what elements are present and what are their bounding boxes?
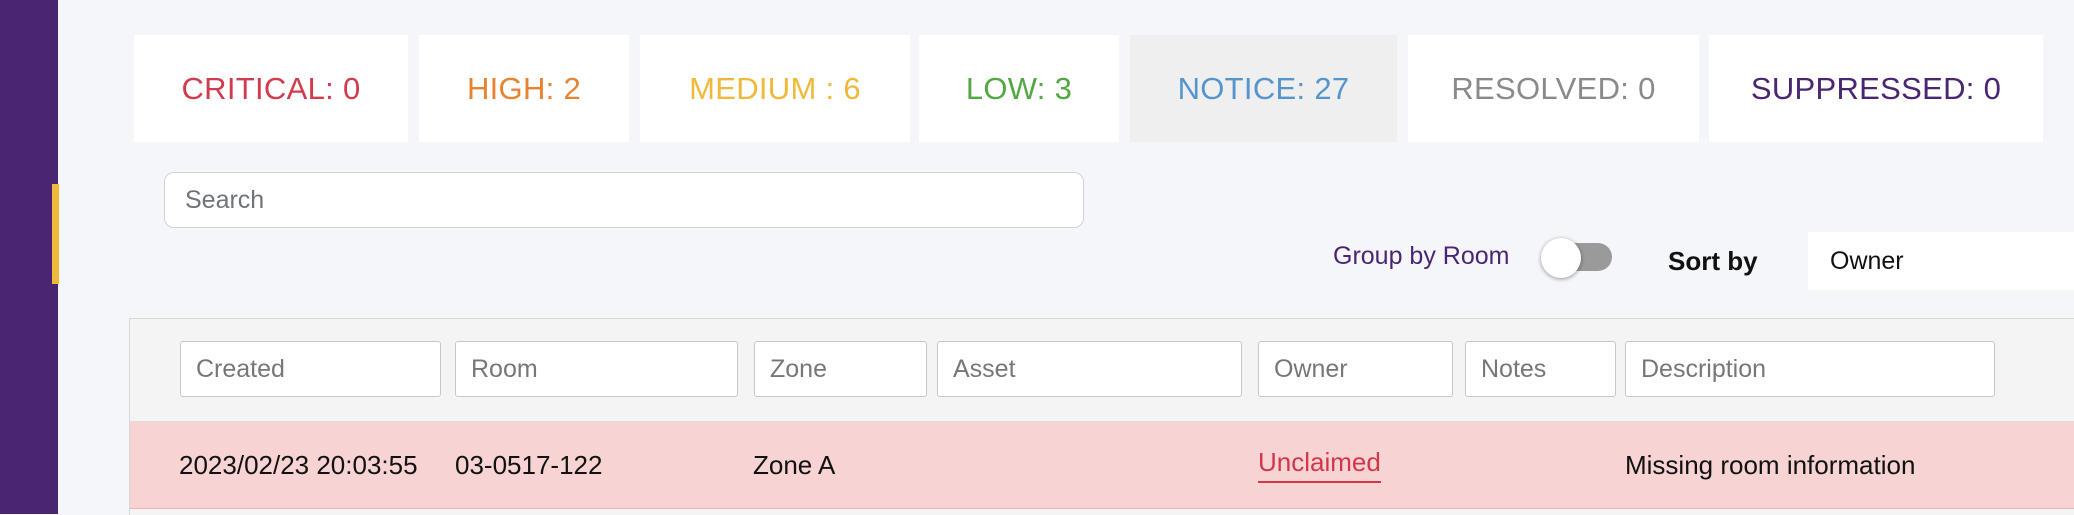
sidebar-active-indicator [52, 184, 59, 284]
filter-created-input[interactable] [180, 341, 441, 397]
column-filter-row [130, 319, 2074, 422]
filter-room-input[interactable] [455, 341, 738, 397]
severity-filter-low[interactable]: LOW: 3 [919, 35, 1119, 142]
severity-filter-critical[interactable]: CRITICAL: 0 [134, 35, 408, 142]
sort-by-label: Sort by [1668, 246, 1758, 276]
table-row[interactable]: 2023/02/23 20:03:55 03-0517-122 Zone A U… [130, 422, 2074, 509]
sort-by-select[interactable]: Owner [1808, 232, 2074, 290]
filter-description-input[interactable] [1625, 341, 1995, 397]
cell-created: 2023/02/23 20:03:55 [179, 449, 418, 480]
filter-notes-input[interactable] [1465, 341, 1616, 397]
sort-by-value: Owner [1830, 246, 1904, 275]
severity-filter-resolved[interactable]: RESOLVED: 0 [1408, 35, 1699, 142]
cell-room: 03-0517-122 [455, 449, 603, 480]
cell-zone: Zone A [753, 449, 836, 480]
filter-zone-input[interactable] [754, 341, 927, 397]
filter-owner-input[interactable] [1258, 341, 1453, 397]
filter-asset-input[interactable] [937, 341, 1242, 397]
group-by-room-toggle-knob[interactable] [1541, 238, 1581, 278]
severity-filter-notice[interactable]: NOTICE: 27 [1130, 35, 1397, 142]
alerts-table: 2023/02/23 20:03:55 03-0517-122 Zone A U… [129, 318, 2074, 515]
severity-filter-high[interactable]: HIGH: 2 [419, 35, 629, 142]
severity-filter-suppressed[interactable]: SUPPRESSED: 0 [1709, 35, 2043, 142]
cell-description: Missing room information [1625, 449, 1916, 480]
group-by-room-label: Group by Room [1333, 242, 1510, 270]
search-input[interactable] [164, 172, 1084, 228]
severity-filter-medium[interactable]: MEDIUM : 6 [640, 35, 910, 142]
claim-owner-link[interactable]: Unclaimed [1258, 447, 1381, 483]
sidebar [0, 0, 58, 514]
cell-owner: Unclaimed [1258, 422, 1381, 508]
